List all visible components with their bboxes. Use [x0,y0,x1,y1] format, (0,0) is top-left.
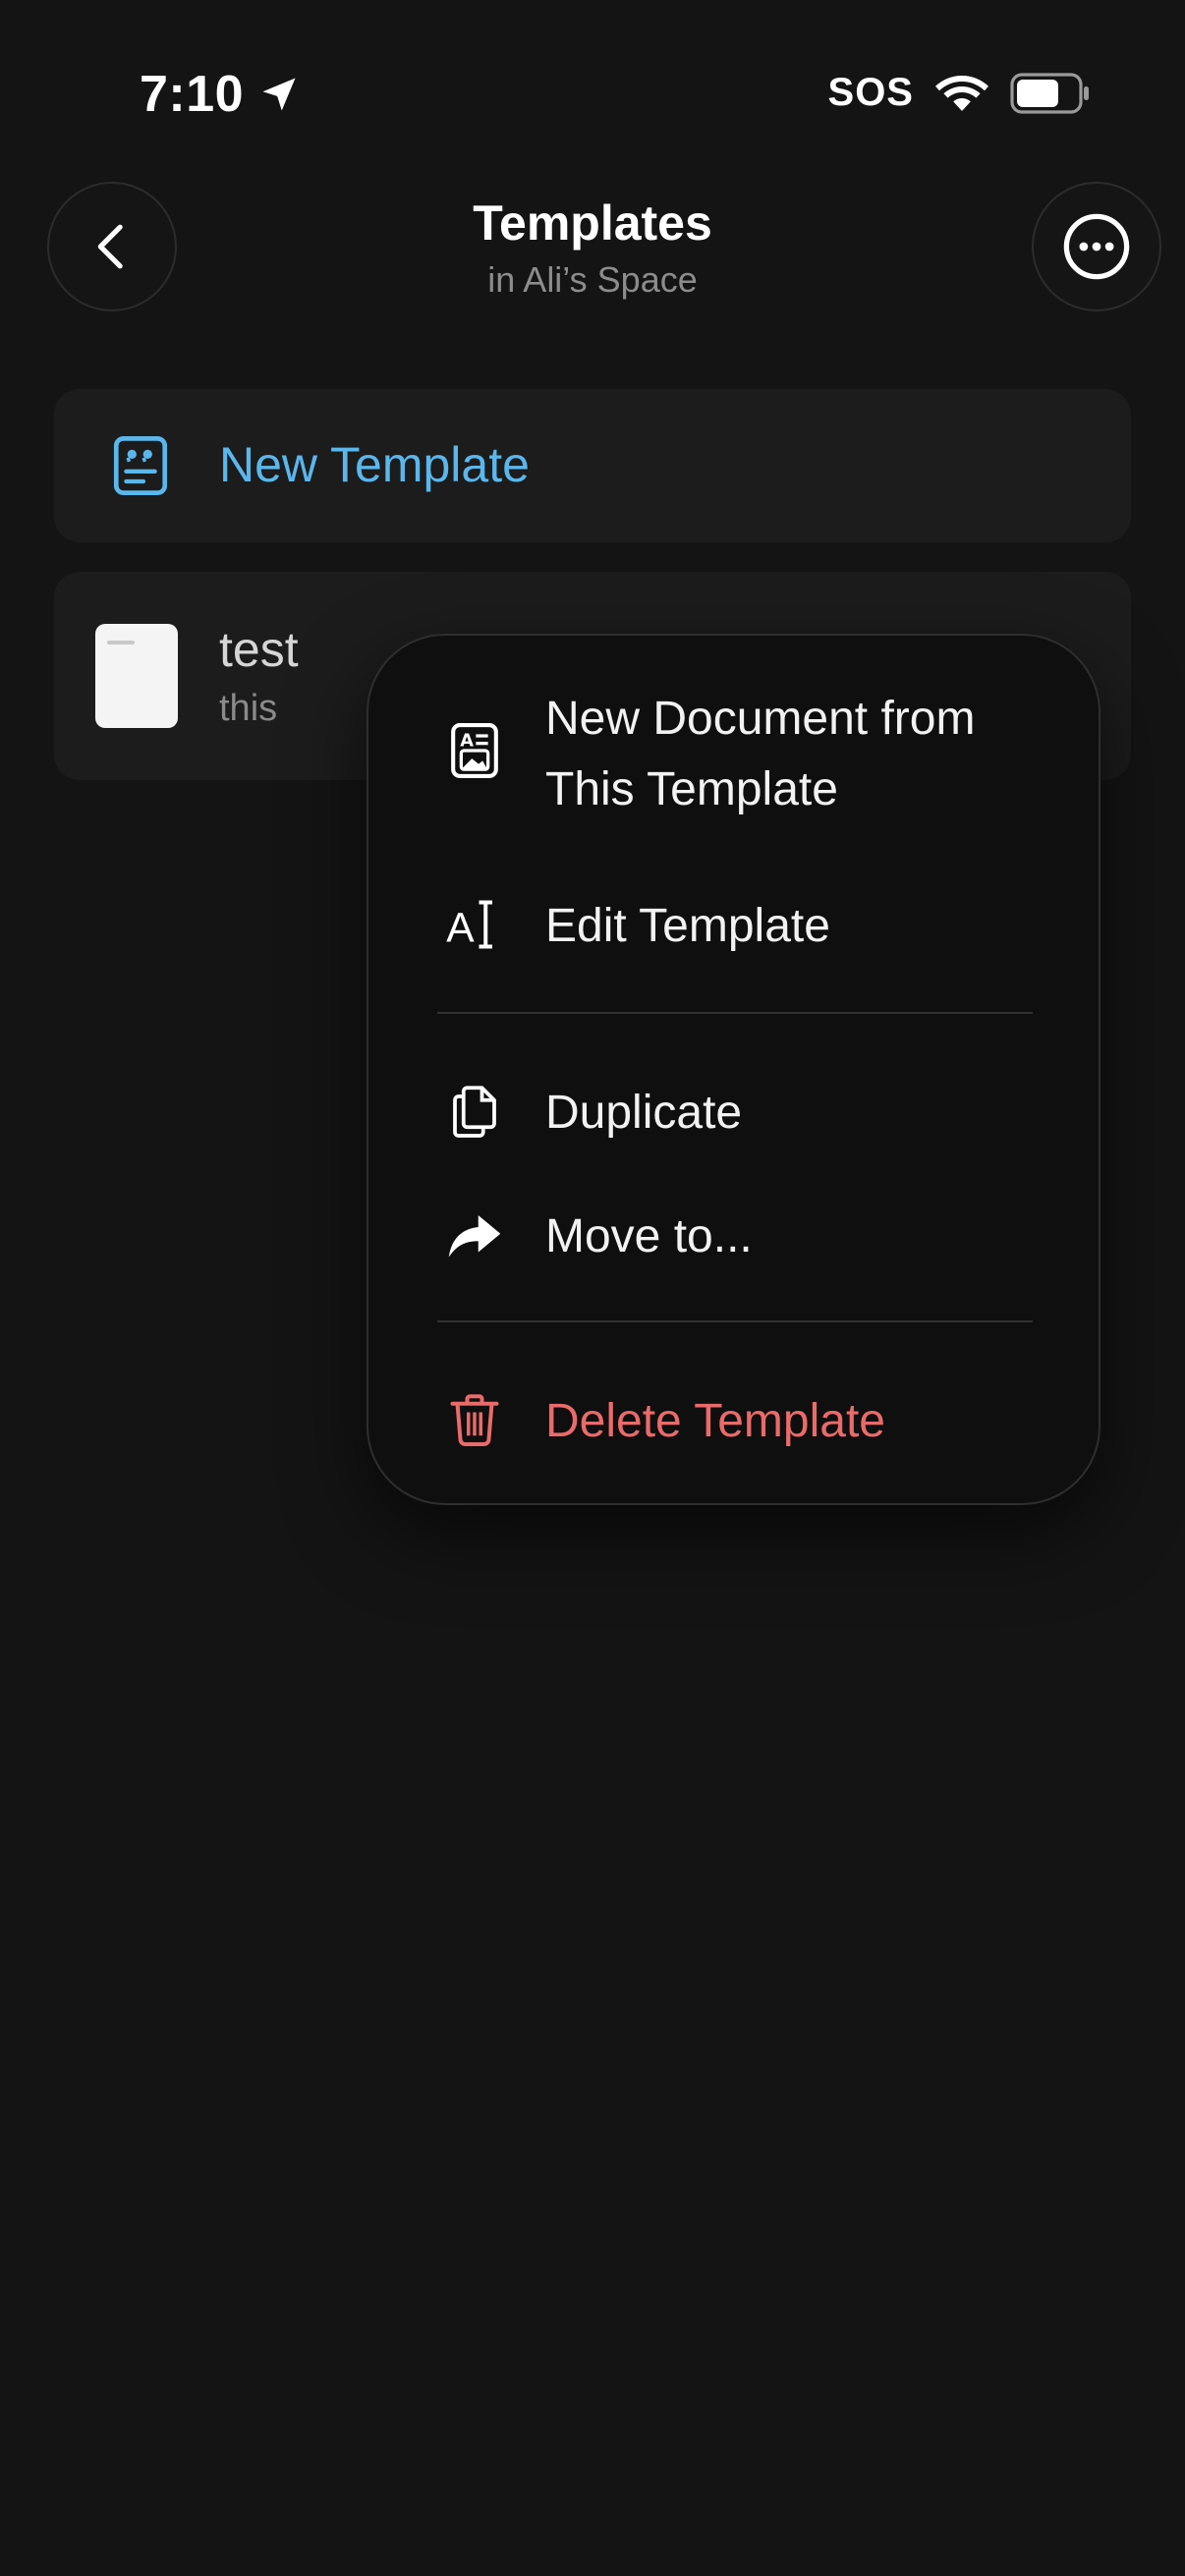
new-template-label: New Template [219,437,530,492]
menu-divider [437,1320,1033,1322]
duplicate-item[interactable]: Duplicate [368,1068,1099,1158]
ellipsis-circle-icon [1063,213,1130,280]
template-icon [113,436,168,495]
delete-template-label: Delete Template [545,1395,885,1447]
new-document-from-template-item[interactable]: A New Document from This Template [368,680,1099,827]
move-to-item[interactable]: Move to... [368,1192,1099,1282]
location-arrow-icon [262,78,296,111]
edit-template-label: Edit Template [545,900,830,952]
status-bar: 7:10 SOS [0,0,1185,147]
template-subtitle: this [219,688,278,729]
new-document-label: New Document from This Template [545,693,976,815]
status-time: 7:10 [140,65,301,124]
trash-icon [450,1394,499,1446]
duplicate-label: Duplicate [545,1087,743,1139]
delete-template-item[interactable]: Delete Template [368,1376,1099,1467]
menu-divider [437,1012,1033,1014]
template-title: test [219,622,299,677]
document-image-icon: A [451,723,498,778]
context-menu: A New Document from This Template A Edit… [367,634,1100,1505]
share-arrow-icon [448,1215,501,1258]
templates-screen: { "status_bar": { "time": "7:10", "sos":… [0,0,1185,2576]
text-cursor-icon: A [446,900,493,952]
move-to-label: Move to... [545,1210,753,1262]
document-thumbnail [95,624,178,728]
status-indicators: SOS [828,71,1091,115]
wifi-icon [935,75,988,111]
svg-text:A: A [460,731,474,751]
edit-template-item[interactable]: A Edit Template [368,881,1099,972]
battery-icon [1010,72,1089,114]
time-text: 7:10 [140,66,245,123]
duplicate-icon [453,1086,496,1138]
sos-indicator: SOS [827,71,914,114]
svg-text:A: A [446,906,475,952]
page-subtitle: in Ali’s Space [487,259,698,300]
more-options-button[interactable] [1032,182,1161,311]
page-title: Templates [473,196,712,251]
new-template-button[interactable]: New Template [54,389,1131,542]
